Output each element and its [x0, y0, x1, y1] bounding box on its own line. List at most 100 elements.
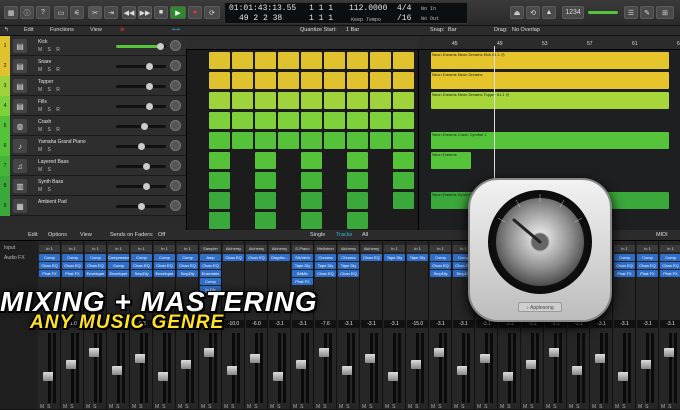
plugin-slot[interactable]: Phat FX: [637, 270, 658, 277]
channel-input-slot[interactable]: In 1: [108, 245, 129, 252]
snap-select[interactable]: Bar: [448, 27, 457, 33]
channel-input-slot[interactable]: In 1: [407, 245, 428, 252]
plugin-slot[interactable]: Ensemble: [200, 270, 221, 277]
mixer-tab-midi[interactable]: MIDI: [656, 232, 668, 238]
track-pan-knob[interactable]: [170, 120, 181, 131]
plugin-slot[interactable]: Chan EQ: [223, 254, 244, 261]
plugin-slot[interactable]: Tape Dly: [407, 254, 428, 261]
plugin-slot[interactable]: BitMix: [292, 270, 313, 277]
track-name[interactable]: Kick: [38, 39, 47, 45]
track-volume-slider[interactable]: [116, 63, 166, 70]
plugin-slot[interactable]: Chan EQ: [85, 262, 106, 269]
arrangement-region[interactable]: [370, 132, 391, 149]
channel-mute-solo[interactable]: MS: [201, 404, 215, 410]
plugin-slot[interactable]: Chan EQ: [200, 262, 221, 269]
arrangement-region-long[interactable]: Neon Dreams: [431, 152, 471, 169]
channel-mute-solo[interactable]: MS: [454, 404, 468, 410]
arrangement-region[interactable]: [301, 212, 322, 229]
track-header[interactable]: 2 ▤ Snare M S R: [0, 56, 186, 76]
arrangement-region-long[interactable]: Neon Dreams Crash Cymbal 1: [431, 132, 669, 149]
arrangement-region[interactable]: [255, 152, 276, 169]
record-button[interactable]: ●: [188, 6, 202, 19]
plugin-slot[interactable]: SmpDly: [131, 270, 152, 277]
arrangement-region[interactable]: [278, 112, 299, 129]
plugin-slot[interactable]: Graphic...: [269, 254, 290, 261]
play-button[interactable]: ▶: [170, 6, 186, 19]
track-pan-knob[interactable]: [170, 40, 181, 51]
plugin-slot[interactable]: Comp: [108, 262, 129, 269]
arrangement-region[interactable]: [301, 132, 322, 149]
channel-mute-solo[interactable]: MS: [40, 404, 54, 410]
arrangement-region[interactable]: [301, 172, 322, 189]
plugin-slot[interactable]: Chan EQ: [39, 262, 60, 269]
filter-icon[interactable]: ⊗: [120, 27, 125, 33]
channel-mute-solo[interactable]: MS: [661, 404, 675, 410]
track-header[interactable]: 9 ▦ Ambient Pad: [0, 196, 186, 216]
arrangement-region[interactable]: [209, 192, 230, 209]
plugin-slot[interactable]: Tape Dly: [292, 262, 313, 269]
track-pan-knob[interactable]: [170, 140, 181, 151]
track-mute-solo[interactable]: M S R: [38, 67, 62, 73]
track-mute-solo[interactable]: M S R: [38, 107, 62, 113]
track-header[interactable]: 4 ▤ Fills M S R: [0, 96, 186, 116]
channel-input-slot[interactable]: In 1: [660, 245, 680, 252]
plugin-slot[interactable]: Compressor: [108, 254, 129, 261]
arrangement-region[interactable]: [255, 192, 276, 209]
plugin-slot[interactable]: Chroma: [315, 254, 336, 261]
menu-view[interactable]: View: [90, 27, 102, 33]
track-header[interactable]: 3 ▤ Topper M S R: [0, 76, 186, 96]
arrangement-region[interactable]: [347, 112, 368, 129]
track-name[interactable]: Fills: [38, 99, 47, 105]
arrangement-region-long[interactable]: Neon Dreams Neon Dreams Kick 61.1 ◎: [431, 52, 669, 69]
editors-button[interactable]: ⇥: [104, 6, 118, 19]
channel-mute-solo[interactable]: MS: [247, 404, 261, 410]
toolbar-button[interactable]: ▭: [54, 6, 68, 19]
plugin-slot[interactable]: Comp: [154, 254, 175, 261]
arrangement-region[interactable]: [255, 92, 276, 109]
channel-input-slot[interactable]: E-Piano: [292, 245, 313, 252]
plugin-slot[interactable]: Enveloper: [154, 270, 175, 277]
drag-select[interactable]: No Overlap: [512, 27, 540, 33]
plugin-slot[interactable]: Chan EQ: [637, 262, 658, 269]
plugin-slot[interactable]: Comp: [660, 254, 680, 261]
arrangement-region-long[interactable]: Neon Dreams Neon Dreams: [431, 72, 669, 89]
list-editors-button[interactable]: ☰: [624, 6, 638, 19]
track-header[interactable]: 6 ♪ Yamaha Grand Piano M S: [0, 136, 186, 156]
arrangement-region[interactable]: [301, 152, 322, 169]
plugin-slot[interactable]: Phat FX: [292, 278, 313, 285]
tuner-button[interactable]: ⏏: [510, 6, 524, 19]
track-header[interactable]: 8 ▥ Synth Bass M S: [0, 176, 186, 196]
track-name[interactable]: Snare: [38, 59, 51, 65]
metronome-button[interactable]: ▲: [542, 6, 556, 19]
track-volume-slider[interactable]: [116, 123, 166, 130]
channel-mute-solo[interactable]: MS: [155, 404, 169, 410]
arrangement-region[interactable]: [278, 92, 299, 109]
plugin-slot[interactable]: Phat FX: [614, 270, 635, 277]
arrangement-region[interactable]: [347, 212, 368, 229]
arrangement-region[interactable]: [209, 52, 230, 69]
browsers-button[interactable]: ⊞: [656, 6, 674, 19]
plugin-slot[interactable]: Chan EQ: [62, 262, 83, 269]
arrangement-region[interactable]: [301, 112, 322, 129]
arrangement-region[interactable]: [324, 112, 345, 129]
plugin-slot[interactable]: SilvVerb: [292, 254, 313, 261]
help-button[interactable]: ?: [36, 6, 50, 19]
cycle-button[interactable]: ⟳: [204, 6, 220, 19]
plugin-slot[interactable]: Comp: [62, 254, 83, 261]
plugin-slot[interactable]: SmpDly: [430, 270, 451, 277]
plugin-slot[interactable]: Chan EQ: [246, 254, 267, 261]
track-volume-slider[interactable]: [116, 83, 166, 90]
track-name[interactable]: Yamaha Grand Piano: [38, 139, 86, 145]
track-volume-slider[interactable]: [116, 183, 166, 190]
arrangement-region[interactable]: [209, 92, 230, 109]
plugin-slot[interactable]: Phat FX: [39, 270, 60, 277]
channel-input-slot[interactable]: In 1: [637, 245, 658, 252]
plugin-slot[interactable]: Tape Dly: [384, 254, 405, 261]
track-name[interactable]: Crash: [38, 119, 51, 125]
lcd-display[interactable]: 01:01:43:13.55 49 2 2 38 1 1 1 1 1 1 112…: [224, 2, 468, 24]
channel-volume-readout[interactable]: -15.0: [407, 320, 428, 328]
track-mute-solo[interactable]: M S R: [38, 127, 62, 133]
bar-ruler[interactable]: 454953576165: [418, 36, 680, 50]
channel-mute-solo[interactable]: MS: [293, 404, 307, 410]
arrangement-region[interactable]: [347, 132, 368, 149]
